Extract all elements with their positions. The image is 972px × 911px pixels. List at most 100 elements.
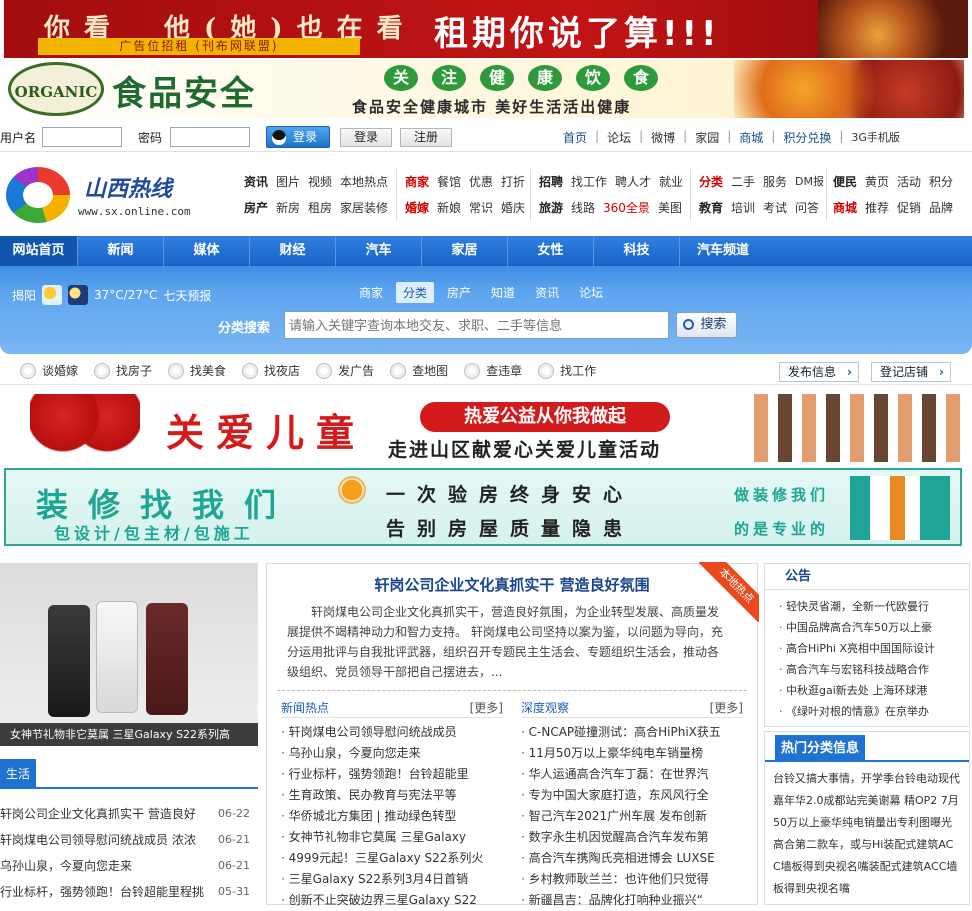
hot-category-text[interactable]: 台铃又搞大事情，开学季台铃电动现代嘉年华2.0成都站完美谢幕 精OP2 7月50…	[765, 762, 969, 906]
topnav-mall[interactable]: 商城	[739, 129, 763, 146]
cat-link[interactable]: 线路	[571, 195, 595, 221]
news-item[interactable]: 高合汽车携陶氏亮相进博会 LUXSE	[521, 848, 743, 869]
list-item[interactable]: 乌孙山泉，今夏向您走来 06-21	[0, 853, 258, 879]
qq-login-button[interactable]: 登录	[266, 126, 330, 148]
quick-link-job[interactable]: 找工作	[538, 362, 596, 379]
search-tab-merchant[interactable]: 商家	[352, 282, 390, 303]
cat-link[interactable]: 教育	[699, 195, 723, 221]
news-item[interactable]: 三星Galaxy S22系列3月4日首销	[281, 869, 503, 890]
headline-title[interactable]: 轩岗公司企业文化真抓实干 营造良好氛围	[267, 574, 757, 595]
cat-link[interactable]: DM报	[795, 169, 824, 195]
cat-link[interactable]: 360全景	[603, 195, 650, 221]
cat-link[interactable]: 问答	[795, 195, 819, 221]
featured-caption[interactable]: 女神节礼物非它莫属 三星Galaxy S22系列高	[0, 723, 258, 746]
cat-link[interactable]: 分类	[699, 169, 723, 195]
news-item[interactable]: 乡村教师耿兰兰：也许他们只觉得	[521, 869, 743, 890]
login-button[interactable]: 登录	[340, 128, 392, 147]
notice-item[interactable]: 轻快灵省潮，全新一代欧曼行	[765, 596, 969, 617]
ad-banner-charity[interactable]: 关爱儿童 热爱公益从你我做起 走进山区献爱心关爱儿童活动	[0, 390, 968, 466]
news-item[interactable]: 11月50万以上豪华纯电车销量榜	[521, 743, 743, 764]
topnav-points[interactable]: 积分兑换	[783, 129, 831, 146]
cat-link[interactable]: 视频	[308, 169, 332, 195]
quick-link-nightclub[interactable]: 找夜店	[242, 362, 300, 379]
cat-link[interactable]: 打折	[501, 169, 525, 195]
quick-link-ads[interactable]: 发广告	[316, 362, 374, 379]
cat-link[interactable]: 品牌	[929, 195, 953, 221]
list-item[interactable]: 行业标杆，强势领跑！台铃超能里程挑 05-31	[0, 879, 258, 905]
cat-link[interactable]: 商家	[405, 169, 429, 195]
ad-banner-food-safety[interactable]: ORGANIC 食品安全 关 注 健 康 饮 食 食品安全健康城市 美好生活活出…	[4, 60, 964, 118]
topnav-3g[interactable]: 3G手机版	[851, 129, 900, 146]
notice-item[interactable]: 高合HiPhi X亮相中国国际设计	[765, 638, 969, 659]
register-button[interactable]: 注册	[400, 128, 452, 147]
cat-link[interactable]: 服务	[763, 169, 787, 195]
cat-link[interactable]: 资讯	[244, 169, 268, 195]
cat-link[interactable]: 房产	[244, 195, 268, 221]
hot-category-title[interactable]: 热门分类信息	[775, 735, 866, 762]
topnav-home-garden[interactable]: 家园	[695, 129, 719, 146]
topnav-forum[interactable]: 论坛	[607, 129, 631, 146]
search-tab-forum[interactable]: 论坛	[572, 282, 610, 303]
ad-banner-renovation[interactable]: 装修找我们 包设计/包主材/包施工 一次验房终身安心 告别房屋质量隐患 做装修我…	[4, 468, 962, 546]
cat-link[interactable]: 考试	[763, 195, 787, 221]
register-shop-button[interactable]: 登记店铺 ›	[871, 362, 951, 382]
news-item[interactable]: 新疆昌吉：品牌化打响种业振兴“	[521, 890, 743, 911]
news-item[interactable]: 轩岗煤电公司领导慰问统战成员	[281, 722, 503, 743]
quick-link-house[interactable]: 找房子	[94, 362, 152, 379]
list-item[interactable]: 轩岗公司企业文化真抓实干 营造良好 06-22	[0, 801, 258, 827]
nav-media[interactable]: 媒体	[164, 236, 250, 266]
notice-item[interactable]: 中秋逛gai新去处 上海环球港	[765, 680, 969, 701]
news-item[interactable]: 数字永生机因觉醒高合汽车发布第	[521, 827, 743, 848]
news-item[interactable]: 创新不止突破边界三星Galaxy S22	[281, 890, 503, 911]
cat-link[interactable]: 餐馆	[437, 169, 461, 195]
section-title[interactable]: 新闻热点	[281, 698, 329, 717]
nav-news[interactable]: 新闻	[78, 236, 164, 266]
cat-link[interactable]: 二手	[731, 169, 755, 195]
publish-info-button[interactable]: 发布信息 ›	[779, 362, 859, 382]
cat-link[interactable]: 积分	[929, 169, 953, 195]
ad-banner-rent[interactable]: 你看 他(她)也在看 广告位招租 (刊布网联盟) 租期你说了算!!!	[4, 0, 968, 58]
featured-image[interactable]	[0, 563, 258, 746]
cat-link[interactable]: 便民	[833, 169, 857, 195]
news-item[interactable]: 4999元起！三星Galaxy S22系列火	[281, 848, 503, 869]
search-tab-news[interactable]: 资讯	[528, 282, 566, 303]
cat-link[interactable]: 新娘	[437, 195, 461, 221]
search-button[interactable]: 搜索	[676, 312, 737, 338]
topnav-home[interactable]: 首页	[563, 129, 587, 146]
cat-link[interactable]: 本地热点	[340, 169, 388, 195]
site-logo[interactable]: 山西热线 www.sx.online.com	[4, 163, 204, 225]
cat-link[interactable]: 美图	[658, 195, 682, 221]
cat-link[interactable]: 新房	[276, 195, 300, 221]
quick-link-map[interactable]: 查地图	[390, 362, 448, 379]
notice-item[interactable]: 高合汽车与宏铭科技战略合作	[765, 659, 969, 680]
cat-link[interactable]: 活动	[897, 169, 921, 195]
nav-auto-channel[interactable]: 汽车频道	[680, 236, 766, 266]
quick-link-food[interactable]: 找美食	[168, 362, 226, 379]
quick-link-violation[interactable]: 查违章	[464, 362, 522, 379]
list-item[interactable]: 轩岗煤电公司领导慰问统战成员 浓浓 06-21	[0, 827, 258, 853]
cat-link[interactable]: 图片	[276, 169, 300, 195]
notice-item[interactable]: 中国品牌高合汽车50万以上豪	[765, 617, 969, 638]
search-tab-classified[interactable]: 分类	[396, 282, 435, 303]
cat-link[interactable]: 旅游	[539, 195, 563, 221]
nav-finance[interactable]: 财经	[250, 236, 336, 266]
cat-link[interactable]: 培训	[731, 195, 755, 221]
cat-link[interactable]: 商城	[833, 195, 857, 221]
news-item[interactable]: 行业标杆，强势领跑！台铃超能里	[281, 764, 503, 785]
weather-forecast-link[interactable]: 七天预报	[163, 287, 211, 304]
cat-link[interactable]: 黄页	[865, 169, 889, 195]
cat-link[interactable]: 婚庆	[501, 195, 525, 221]
search-tab-qa[interactable]: 知道	[484, 282, 522, 303]
cat-link[interactable]: 聘人才	[615, 169, 651, 195]
cat-link[interactable]: 招聘	[539, 169, 563, 195]
news-item[interactable]: 专为中国大家庭打造，东风风行全	[521, 785, 743, 806]
news-item[interactable]: 华侨城北方集团 | 推动绿色转型	[281, 806, 503, 827]
news-item[interactable]: 女神节礼物非它莫属 三星Galaxy	[281, 827, 503, 848]
cat-link[interactable]: 家居装修	[340, 195, 388, 221]
username-input[interactable]	[42, 127, 122, 147]
topnav-weibo[interactable]: 微博	[651, 129, 675, 146]
password-input[interactable]	[170, 127, 250, 147]
cat-link[interactable]: 优惠	[469, 169, 493, 195]
search-input[interactable]	[284, 311, 669, 339]
nav-tech[interactable]: 科技	[594, 236, 680, 266]
